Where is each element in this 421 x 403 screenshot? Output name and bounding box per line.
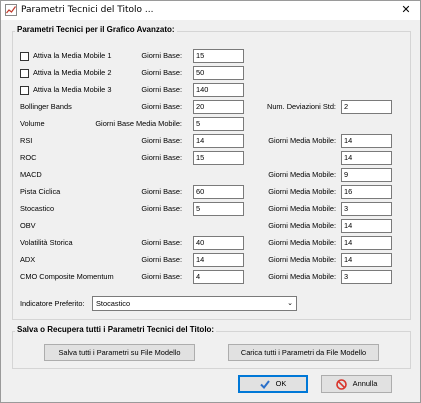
secondary-param-input[interactable]: 14 xyxy=(341,236,392,250)
row-label: Attiva la Media Mobile 2 xyxy=(33,68,112,77)
save-load-group-title: Salva o Recupera tutti i Parametri Tecni… xyxy=(15,325,217,334)
row-label: ROC xyxy=(20,153,37,162)
technical-params-group-title: Parametri Tecnici per il Grafico Avanzat… xyxy=(15,25,177,34)
base-days-input[interactable]: 60 xyxy=(193,185,244,199)
secondary-param-input[interactable]: 16 xyxy=(341,185,392,199)
secondary-param-input[interactable]: 9 xyxy=(341,168,392,182)
row-label: Volume xyxy=(20,119,45,128)
title-bar: Parametri Tecnici del Titolo ... ✕ xyxy=(1,1,420,20)
preferred-indicator-value: Stocastico xyxy=(96,299,131,308)
row-label: CMO Composite Momentum xyxy=(20,272,114,281)
load-from-template-button[interactable]: Carica tutti i Parametri da File Modello xyxy=(228,344,379,361)
base-days-input[interactable]: 15 xyxy=(193,151,244,165)
base-days-input[interactable]: 50 xyxy=(193,66,244,80)
secondary-param-label: Giorni Media Mobile: xyxy=(268,136,336,145)
secondary-param-label: Giorni Media Mobile: xyxy=(268,170,336,179)
base-days-label: Giorni Base Media Mobile: xyxy=(95,119,182,128)
row-label: ADX xyxy=(20,255,36,264)
base-days-input[interactable]: 140 xyxy=(193,83,244,97)
preferred-indicator-select[interactable]: Stocastico ⌄ xyxy=(92,296,297,311)
base-days-label: Giorni Base: xyxy=(141,68,182,77)
base-days-input[interactable]: 40 xyxy=(193,236,244,250)
check-icon xyxy=(259,379,270,389)
secondary-param-label: Giorni Media Mobile: xyxy=(268,204,336,213)
cancel-label: Annulla xyxy=(352,379,378,388)
base-days-label: Giorni Base: xyxy=(141,153,182,162)
close-button[interactable]: ✕ xyxy=(392,1,420,20)
base-days-label: Giorni Base: xyxy=(141,136,182,145)
cancel-button[interactable]: Annulla xyxy=(321,375,392,393)
secondary-param-label: Giorni Media Mobile: xyxy=(268,272,336,281)
secondary-param-input[interactable]: 3 xyxy=(341,202,392,216)
base-days-input[interactable]: 14 xyxy=(193,253,244,267)
base-days-label: Giorni Base: xyxy=(141,238,182,247)
row-label: RSI xyxy=(20,136,33,145)
base-days-input[interactable]: 14 xyxy=(193,134,244,148)
secondary-param-input[interactable]: 3 xyxy=(341,270,392,284)
secondary-param-label: Num. Deviazioni Std: xyxy=(266,102,336,111)
preferred-indicator-label: Indicatore Preferito: xyxy=(20,299,85,308)
base-days-input[interactable]: 15 xyxy=(193,49,244,63)
window-title: Parametri Tecnici del Titolo ... xyxy=(21,5,154,15)
base-days-input[interactable]: 5 xyxy=(193,117,244,131)
secondary-param-input[interactable]: 14 xyxy=(341,151,392,165)
base-days-label: Giorni Base: xyxy=(141,85,182,94)
base-days-label: Giorni Base: xyxy=(141,255,182,264)
base-days-label: Giorni Base: xyxy=(141,204,182,213)
row-label: Pista Ciclica xyxy=(20,187,61,196)
base-days-label: Giorni Base: xyxy=(141,272,182,281)
secondary-param-label: Giorni Media Mobile: xyxy=(268,221,336,230)
secondary-param-input[interactable]: 14 xyxy=(341,253,392,267)
app-chart-icon xyxy=(5,4,17,16)
secondary-param-label: Giorni Media Mobile: xyxy=(268,238,336,247)
row-label: MACD xyxy=(20,170,42,179)
row-label: Bollinger Bands xyxy=(20,102,72,111)
base-days-label: Giorni Base: xyxy=(141,102,182,111)
no-entry-icon xyxy=(335,378,347,390)
save-to-template-button[interactable]: Salva tutti i Parametri su File Modello xyxy=(44,344,195,361)
secondary-param-label: Giorni Media Mobile: xyxy=(268,187,336,196)
ok-label: OK xyxy=(275,379,287,388)
base-days-label: Giorni Base: xyxy=(141,51,182,60)
base-days-input[interactable]: 5 xyxy=(193,202,244,216)
secondary-param-input[interactable]: 2 xyxy=(341,100,392,114)
secondary-param-input[interactable]: 14 xyxy=(341,134,392,148)
row-label: Stocastico xyxy=(20,204,55,213)
moving-average-3-checkbox[interactable] xyxy=(20,86,29,95)
row-label: Attiva la Media Mobile 3 xyxy=(33,85,112,94)
row-label: Volatilità Storica xyxy=(20,238,73,247)
moving-average-1-checkbox[interactable] xyxy=(20,52,29,61)
chevron-down-icon: ⌄ xyxy=(287,300,293,307)
base-days-input[interactable]: 20 xyxy=(193,100,244,114)
row-label: OBV xyxy=(20,221,36,230)
base-days-label: Giorni Base: xyxy=(141,187,182,196)
secondary-param-label: Giorni Media Mobile: xyxy=(268,255,336,264)
dialog-window: Parametri Tecnici del Titolo ... ✕ Param… xyxy=(0,0,421,403)
ok-button[interactable]: OK xyxy=(238,375,308,393)
secondary-param-input[interactable]: 14 xyxy=(341,219,392,233)
moving-average-2-checkbox[interactable] xyxy=(20,69,29,78)
base-days-input[interactable]: 4 xyxy=(193,270,244,284)
row-label: Attiva la Media Mobile 1 xyxy=(33,51,112,60)
